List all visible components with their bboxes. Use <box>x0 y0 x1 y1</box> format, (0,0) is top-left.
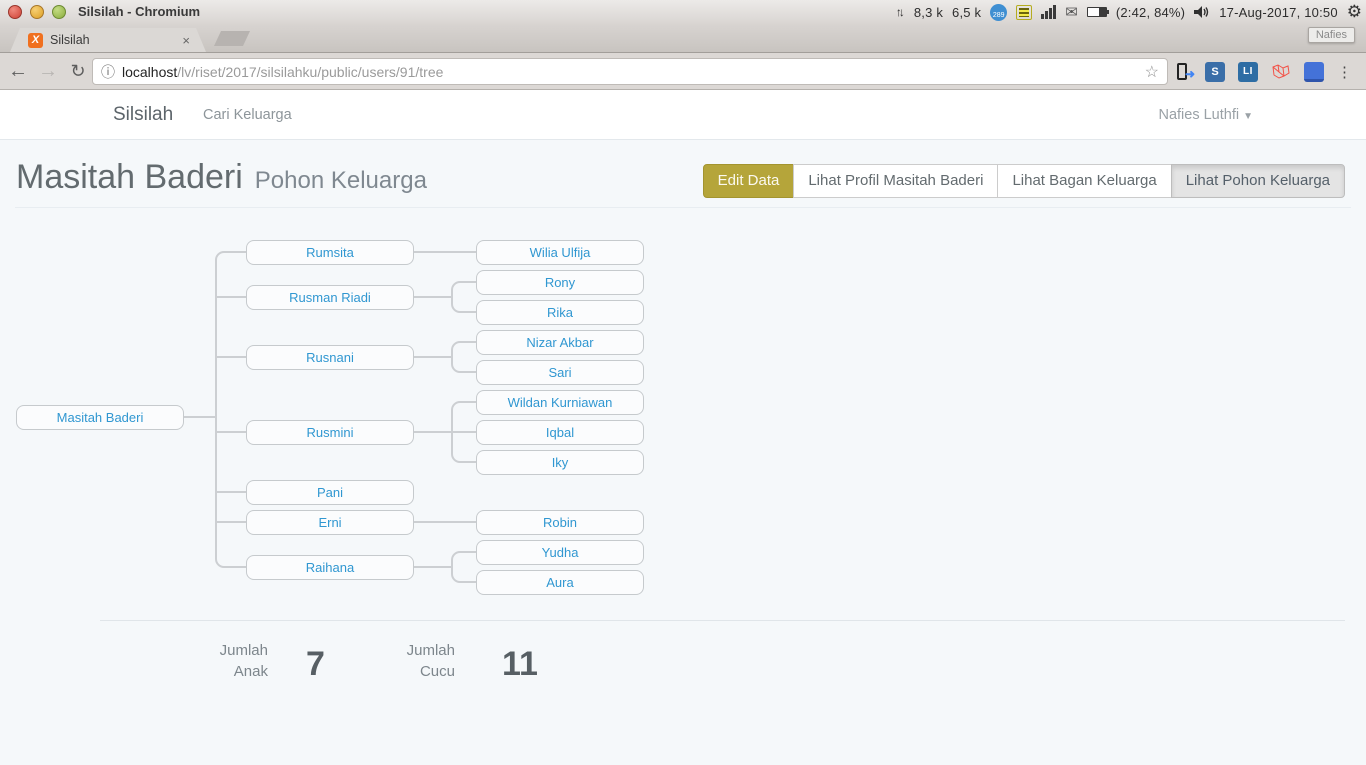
tree-node[interactable]: Iky <box>476 450 644 475</box>
tree-connectors <box>0 0 1366 765</box>
tree-node[interactable]: Rusman Riadi <box>246 285 414 310</box>
network-traffic-icon[interactable]: ↑↓ <box>896 5 905 19</box>
browser-tab-silsilah[interactable]: X Silsilah × <box>10 28 206 52</box>
url-text[interactable]: localhost/lv/riset/2017/silsilahku/publi… <box>122 64 443 80</box>
system-top-panel: Silsilah - Chromium ↑↓ 8,3 k 6,5 k 289 ✉… <box>0 0 1366 24</box>
browser-tabstrip: X Silsilah × <box>0 24 1366 52</box>
window-title: Silsilah - Chromium <box>78 0 200 24</box>
battery-icon[interactable] <box>1087 7 1107 17</box>
address-bar[interactable]: ⓘ localhost/lv/riset/2017/silsilahku/pub… <box>92 58 1168 85</box>
browser-toolbar: ← → ↻ ⓘ localhost/lv/riset/2017/silsilah… <box>0 52 1366 90</box>
tree-node[interactable]: Nizar Akbar <box>476 330 644 355</box>
volume-icon[interactable] <box>1194 5 1210 19</box>
tree-node[interactable]: Aura <box>476 570 644 595</box>
family-tree: Wilia Ulfija Rumsita Rony Rika Rusman Riadi N… <box>0 0 1366 765</box>
tooltip-nafies: Nafies <box>1308 27 1355 43</box>
tree-node[interactable]: Rika <box>476 300 644 325</box>
mail-indicator-icon[interactable]: ✉ <box>1065 3 1078 21</box>
window-close-button[interactable] <box>8 5 22 19</box>
battery-status: (2:42, 84%) <box>1116 5 1185 20</box>
tree-node[interactable]: Rumsita <box>246 240 414 265</box>
clock[interactable]: 17-Aug-2017, 10:50 <box>1219 5 1338 20</box>
network-down-value: 6,5 k <box>952 5 981 20</box>
page-info-icon[interactable]: ⓘ <box>101 62 115 82</box>
network-up-value: 8,3 k <box>914 5 943 20</box>
browser-menu-icon[interactable]: ⋮ <box>1337 63 1352 81</box>
tree-node[interactable]: Raihana <box>246 555 414 580</box>
tab-title: Silsilah <box>50 33 180 47</box>
tree-node[interactable]: Erni <box>246 510 414 535</box>
xampp-favicon: X <box>28 33 43 48</box>
extension-s-icon[interactable]: S <box>1205 62 1225 82</box>
url-path: /lv/riset/2017/silsilahku/public/users/9… <box>177 64 443 80</box>
tree-node[interactable]: Rusnani <box>246 345 414 370</box>
back-button[interactable]: ← <box>4 53 32 89</box>
tree-node[interactable]: Wildan Kurniawan <box>476 390 644 415</box>
notes-indicator-icon[interactable] <box>1016 5 1032 20</box>
window-maximize-button[interactable] <box>52 5 66 19</box>
tree-node[interactable]: Wilia Ulfija <box>476 240 644 265</box>
tree-node[interactable]: Masitah Baderi <box>16 405 184 430</box>
reload-button[interactable]: ↻ <box>64 53 92 89</box>
tree-node[interactable]: Yudha <box>476 540 644 565</box>
url-host: localhost <box>122 64 177 80</box>
extension-blue-icon[interactable] <box>1304 62 1324 82</box>
tree-node[interactable]: Rusmini <box>246 420 414 445</box>
extension-icons: ➜ S LI ⋮ <box>1172 58 1352 85</box>
system-tray: ↑↓ 8,3 k 6,5 k 289 ✉ (2:42, 84%) 17-Aug-… <box>896 0 1362 24</box>
session-gear-icon[interactable]: ⚙ <box>1347 0 1362 24</box>
tree-node[interactable]: Sari <box>476 360 644 385</box>
tree-node[interactable]: Robin <box>476 510 644 535</box>
laravel-extension-icon[interactable] <box>1271 62 1291 82</box>
tree-node[interactable]: Rony <box>476 270 644 295</box>
window-minimize-button[interactable] <box>30 5 44 19</box>
extension-li-icon[interactable]: LI <box>1238 62 1258 82</box>
tab-close-icon[interactable]: × <box>180 33 192 48</box>
send-to-device-icon[interactable]: ➜ <box>1172 62 1192 82</box>
new-tab-button[interactable] <box>214 31 250 46</box>
window-controls <box>8 5 66 19</box>
indicator-badge-icon[interactable]: 289 <box>990 4 1007 21</box>
signal-strength-icon[interactable] <box>1041 5 1056 19</box>
tree-node[interactable]: Iqbal <box>476 420 644 445</box>
forward-button: → <box>34 53 62 89</box>
bookmark-star-icon[interactable]: ☆ <box>1145 62 1159 82</box>
tree-node[interactable]: Pani <box>246 480 414 505</box>
